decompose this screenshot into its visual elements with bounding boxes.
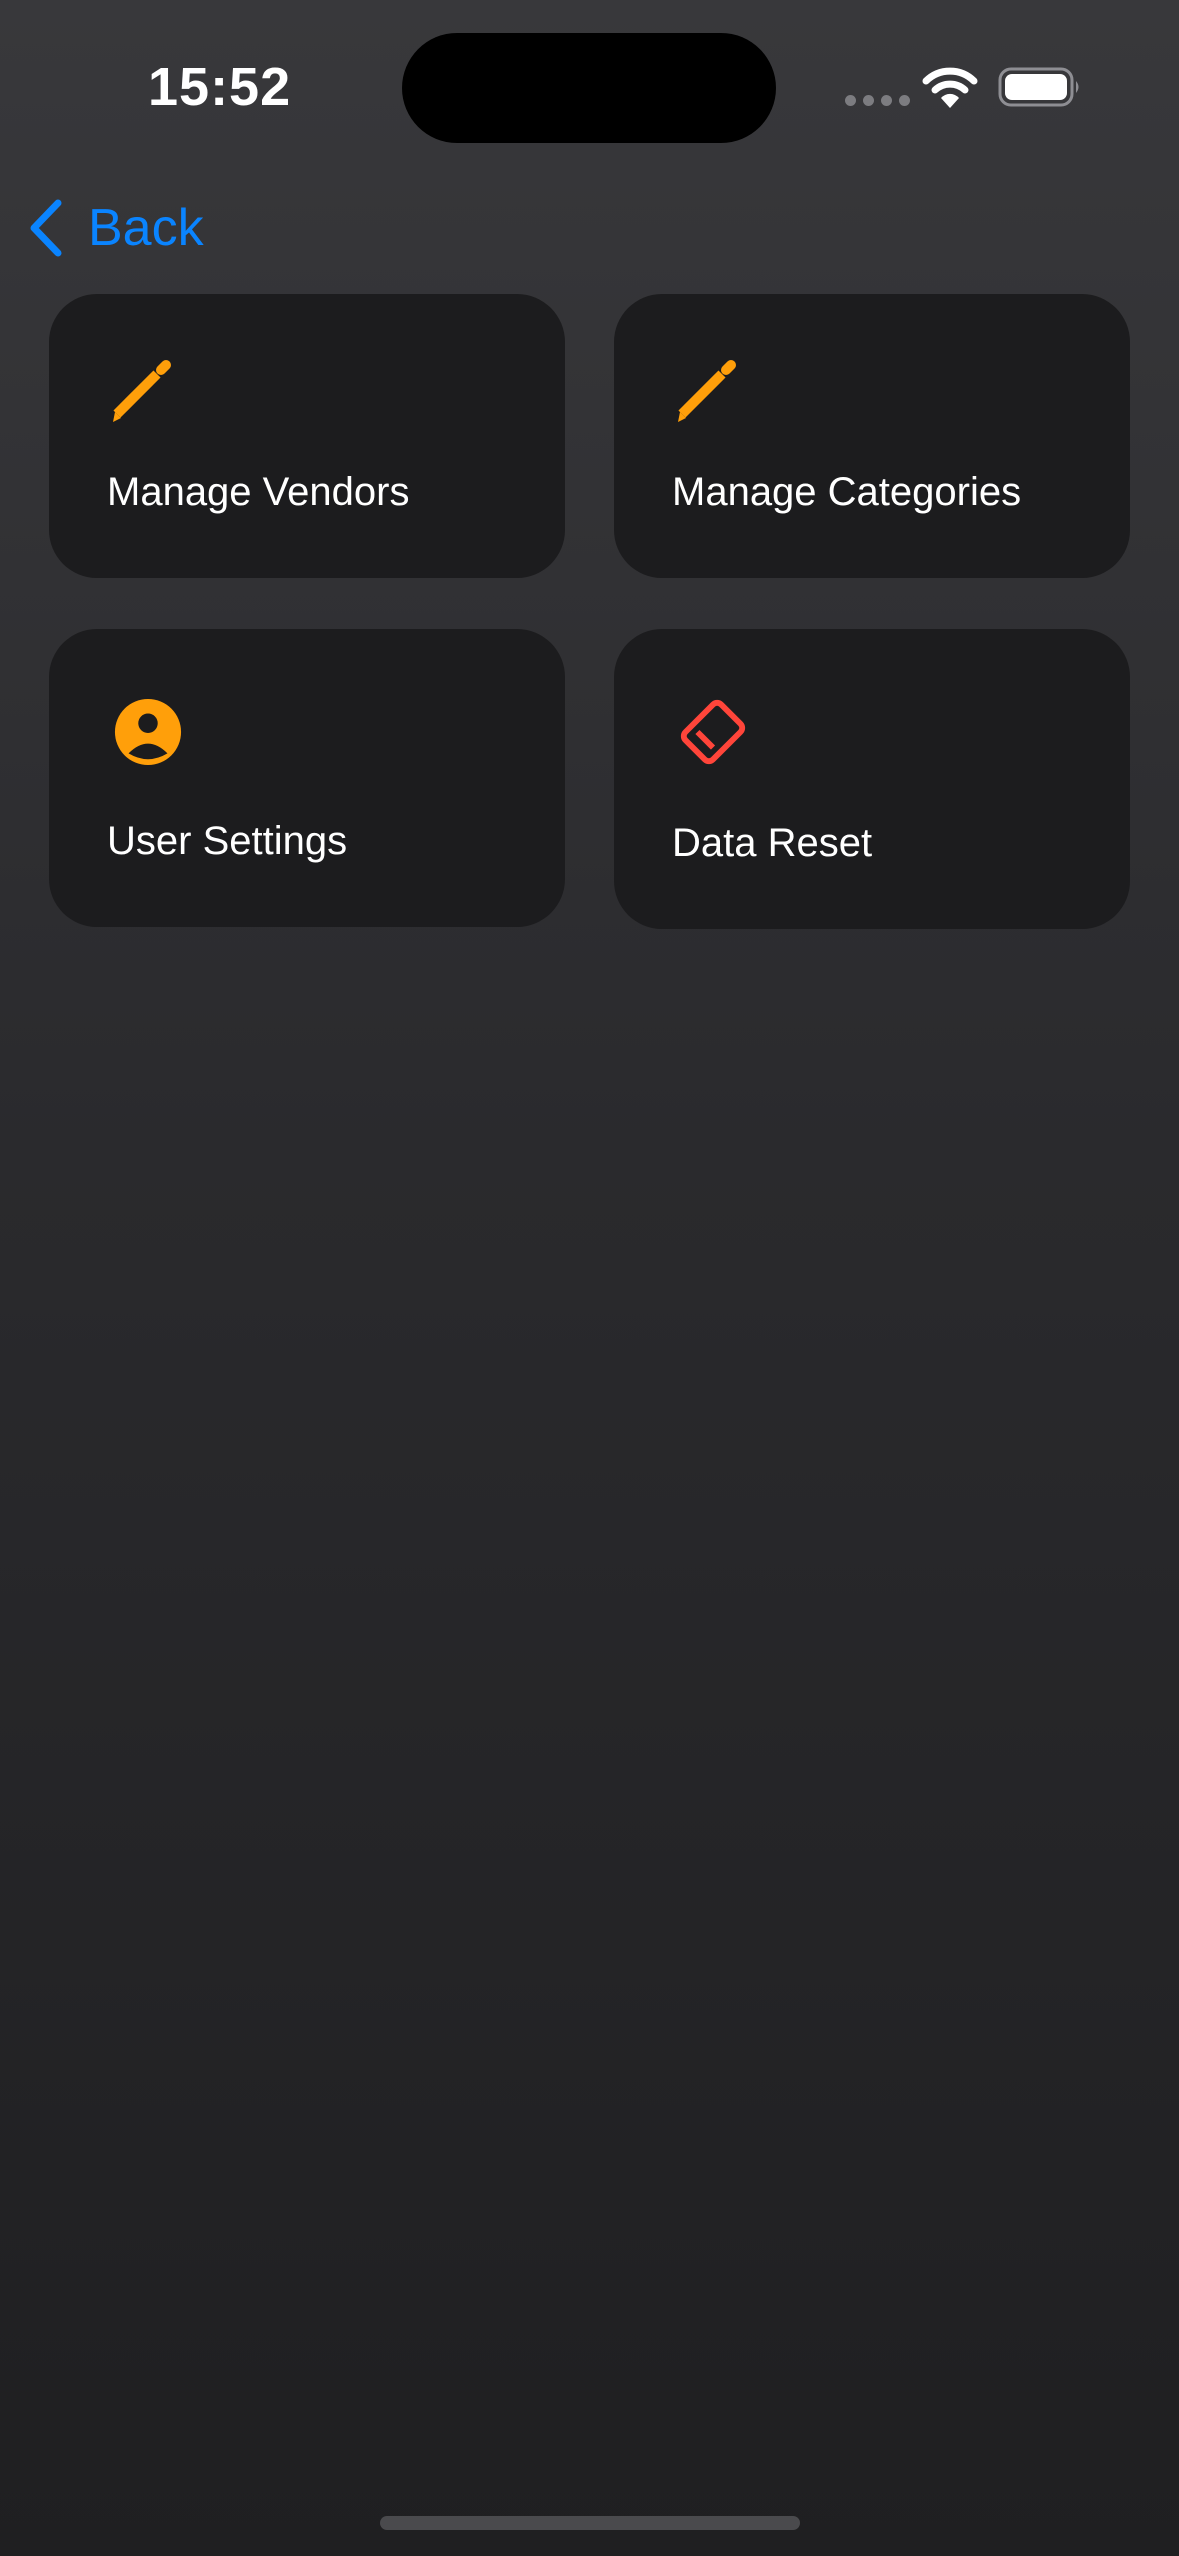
signal-dots-icon	[845, 95, 910, 106]
manage-vendors-tile[interactable]: Manage Vendors	[49, 294, 565, 578]
tile-label: User Settings	[107, 819, 348, 863]
tile-label: Manage Vendors	[107, 470, 410, 514]
back-button[interactable]: Back	[24, 190, 204, 266]
wifi-icon	[922, 67, 978, 108]
battery-icon	[998, 67, 1079, 107]
status-time: 15:52	[148, 57, 292, 117]
eraser-icon	[680, 699, 746, 765]
tile-label: Manage Categories	[672, 470, 1022, 514]
manage-categories-tile[interactable]: Manage Categories	[614, 294, 1130, 578]
chevron-left-icon	[30, 199, 62, 257]
pencil-icon	[113, 360, 171, 422]
home-indicator[interactable]	[380, 2516, 800, 2530]
data-reset-tile[interactable]: Data Reset	[614, 629, 1130, 929]
user-settings-tile[interactable]: User Settings	[49, 629, 565, 927]
pencil-icon	[678, 360, 736, 422]
back-label: Back	[88, 199, 204, 257]
tile-label: Data Reset	[672, 821, 873, 865]
person-circle-icon	[114, 698, 182, 766]
dynamic-island	[402, 33, 776, 143]
